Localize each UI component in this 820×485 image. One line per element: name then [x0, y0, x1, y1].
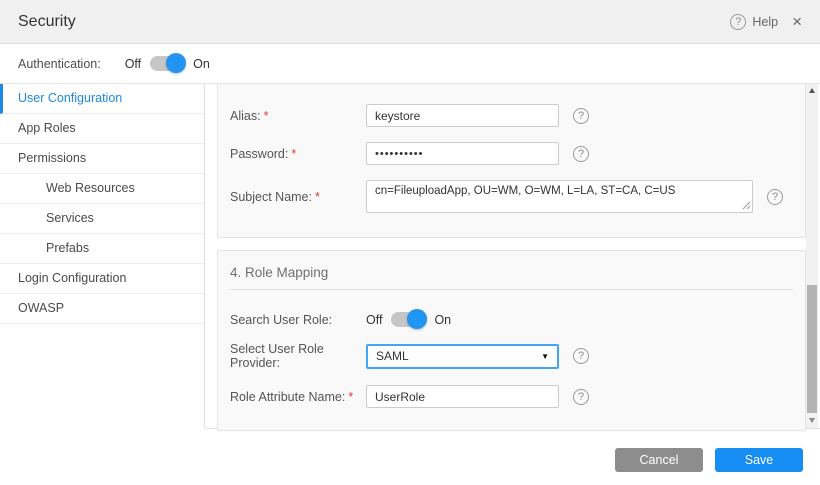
dropdown-arrow-icon: ▼: [541, 352, 549, 361]
sidebar: User Configuration App Roles Permissions…: [0, 84, 205, 428]
sidebar-item-prefabs[interactable]: Prefabs: [0, 234, 204, 264]
scrollbar-down-icon[interactable]: [806, 414, 818, 426]
role-attribute-row: Role Attribute Name:* ?: [230, 385, 793, 408]
help-button[interactable]: ? Help: [730, 14, 778, 30]
authentication-toggle[interactable]: [150, 56, 184, 71]
subject-name-row: Subject Name:* cn=FileuploadApp, OU=WM, …: [230, 180, 793, 213]
role-provider-label: Select User Role Provider:: [230, 342, 366, 370]
password-input[interactable]: [366, 142, 559, 165]
role-attribute-input[interactable]: [366, 385, 559, 408]
search-user-role-toggle[interactable]: [391, 312, 425, 327]
help-label: Help: [752, 15, 778, 29]
keystore-card: Alias:* ? Password:* ? Subject Name:* cn…: [217, 84, 806, 238]
role-attribute-label: Role Attribute Name:*: [230, 390, 366, 404]
subject-name-wrap: cn=FileuploadApp, OU=WM, O=WM, L=LA, ST=…: [366, 180, 753, 213]
sidebar-item-owasp[interactable]: OWASP: [0, 294, 204, 324]
authentication-row: Authentication: Off On: [0, 44, 820, 84]
alias-input[interactable]: [366, 104, 559, 127]
sidebar-item-user-configuration[interactable]: User Configuration: [0, 84, 204, 114]
required-asterisk: *: [348, 390, 353, 404]
cancel-button[interactable]: Cancel: [615, 448, 703, 472]
authentication-label: Authentication:: [18, 57, 101, 71]
auth-off-label: Off: [125, 57, 141, 71]
required-asterisk: *: [315, 190, 320, 204]
sidebar-item-app-roles[interactable]: App Roles: [0, 114, 204, 144]
sidebar-item-permissions[interactable]: Permissions: [0, 144, 204, 174]
body: User Configuration App Roles Permissions…: [0, 84, 820, 428]
footer: Cancel Save: [205, 428, 820, 485]
search-role-off-label: Off: [366, 313, 382, 327]
alias-row: Alias:* ?: [230, 104, 793, 127]
subject-name-textarea[interactable]: cn=FileuploadApp, OU=WM, O=WM, L=LA, ST=…: [366, 180, 753, 213]
scrollbar-up-icon[interactable]: [806, 84, 818, 96]
password-label: Password:*: [230, 147, 366, 161]
search-role-on-label: On: [434, 313, 451, 327]
help-icon: ?: [730, 14, 746, 30]
alias-help-icon[interactable]: ?: [573, 108, 589, 124]
required-asterisk: *: [291, 147, 296, 161]
search-user-role-label: Search User Role:: [230, 313, 366, 327]
password-row: Password:* ?: [230, 142, 793, 165]
role-mapping-section-title: 4. Role Mapping: [230, 261, 793, 280]
vertical-scrollbar[interactable]: [806, 84, 818, 428]
role-provider-help-icon[interactable]: ?: [573, 348, 589, 364]
role-attribute-help-icon[interactable]: ?: [573, 389, 589, 405]
search-user-role-row: Search User Role: Off On: [230, 312, 793, 327]
auth-on-label: On: [193, 57, 210, 71]
password-help-icon[interactable]: ?: [573, 146, 589, 162]
resize-handle-icon[interactable]: [742, 201, 751, 210]
save-button[interactable]: Save: [715, 448, 803, 472]
form-scroll-area: Alias:* ? Password:* ? Subject Name:* cn…: [205, 84, 806, 431]
header: Security ? Help ×: [0, 0, 820, 44]
main-panel: Alias:* ? Password:* ? Subject Name:* cn…: [205, 84, 820, 428]
subject-name-help-icon[interactable]: ?: [767, 189, 783, 205]
selected-provider-value: SAML: [376, 349, 409, 363]
role-provider-row: Select User Role Provider: SAML ▼ ?: [230, 342, 793, 370]
sidebar-item-services[interactable]: Services: [0, 204, 204, 234]
alias-label: Alias:*: [230, 109, 366, 123]
scrollbar-thumb[interactable]: [807, 285, 817, 413]
header-actions: ? Help ×: [730, 13, 802, 30]
page-title: Security: [18, 13, 76, 31]
subject-name-label: Subject Name:*: [230, 190, 366, 204]
sidebar-item-login-configuration[interactable]: Login Configuration: [0, 264, 204, 294]
section-divider: [230, 289, 793, 290]
required-asterisk: *: [264, 109, 269, 123]
sidebar-item-web-resources[interactable]: Web Resources: [0, 174, 204, 204]
close-icon[interactable]: ×: [792, 13, 802, 30]
role-mapping-card: 4. Role Mapping Search User Role: Off On…: [217, 250, 806, 431]
toggle-knob: [407, 309, 427, 329]
user-role-provider-select[interactable]: SAML ▼: [366, 344, 559, 369]
toggle-knob: [166, 53, 186, 73]
